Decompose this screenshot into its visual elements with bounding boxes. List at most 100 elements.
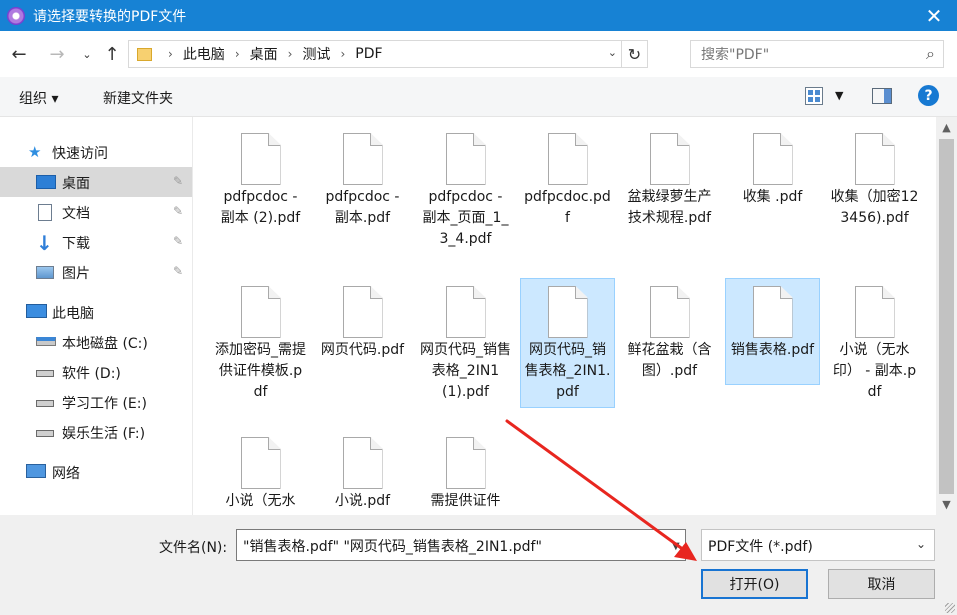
breadcrumb-separator[interactable]: › [288,47,293,61]
view-chevron-down-icon[interactable]: ▼ [835,89,843,102]
address-bar[interactable]: › 此电脑 › 桌面 › 测试 › PDF ⌄ ↻ [128,40,648,68]
picture-icon [36,266,54,279]
file-name: 收集 .pdf [742,189,803,205]
drive-icon [36,370,54,377]
file-item[interactable]: pdfpcdoc - 副本_页面_1_3_4.pdf [418,121,513,250]
sidebar-item-network[interactable]: 网络 [0,457,192,487]
breadcrumb-desktop[interactable]: 桌面 [250,44,278,64]
sidebar-item-drive-d[interactable]: 软件 (D:) [0,357,192,387]
file-item[interactable]: 盆栽绿萝生产技术规程.pdf [622,121,717,229]
pin-icon[interactable]: ✎ [173,264,183,278]
document-icon [38,204,52,221]
pdf-file-icon [342,437,383,489]
pdf-file-icon [342,133,383,185]
filename-history-chevron-icon[interactable]: ▼ [672,541,680,552]
pin-icon[interactable]: ✎ [173,204,183,218]
file-item[interactable]: 需提供证件 [418,425,513,512]
new-folder-button[interactable]: 新建文件夹 [103,88,173,108]
search-placeholder: 搜索"PDF" [701,47,770,63]
file-item[interactable]: pdfpcdoc - 副本 (2).pdf [213,121,308,229]
breadcrumb-separator[interactable]: › [168,47,173,61]
pdf-file-icon [854,286,895,338]
breadcrumb-separator[interactable]: › [340,47,345,61]
pdf-file-icon [854,133,895,185]
sidebar-item-label: 学习工作 (E:) [62,396,147,412]
sidebar-item-drive-f[interactable]: 娱乐生活 (F:) [0,417,192,447]
search-input[interactable]: 搜索"PDF" ⌕ [690,40,944,68]
forward-arrow-icon[interactable]: → [47,43,67,65]
open-button[interactable]: 打开(O) [701,569,808,599]
file-name: 网页代码_销售表格_2IN1(1).pdf [420,342,511,400]
pdf-file-icon [240,437,281,489]
resize-grip-icon[interactable] [945,603,955,613]
file-item[interactable]: 小说（无水 [213,425,308,512]
file-item[interactable]: 收集 .pdf [725,121,820,208]
file-name: pdfpcdoc - 副本.pdf [325,189,400,226]
organize-button[interactable]: 组织 ▾ [19,88,58,108]
file-item[interactable]: 小说.pdf [315,425,410,512]
file-item[interactable]: 网页代码.pdf [315,274,410,361]
up-arrow-icon[interactable]: ↑ [102,43,122,65]
file-item[interactable]: pdfpcdoc - 副本.pdf [315,121,410,229]
file-name: 网页代码.pdf [320,342,405,358]
sidebar-item-label: 本地磁盘 (C:) [62,336,148,352]
pin-icon[interactable]: ✎ [173,234,183,248]
sidebar-item-desktop[interactable]: 桌面 ✎ [0,167,192,197]
pdf-file-icon [547,133,588,185]
file-item[interactable]: 添加密码_需提供证件模板.pdf [213,274,308,403]
breadcrumb-separator[interactable]: › [235,47,240,61]
sidebar-item-drive-e[interactable]: 学习工作 (E:) [0,387,192,417]
vertical-scrollbar[interactable]: ▲ ▼ [936,117,957,515]
file-name: 收集（加密123456).pdf [830,189,919,226]
sidebar-item-downloads[interactable]: ↓ 下载 ✎ [0,227,192,257]
file-name: 鲜花盆栽（含图）.pdf [627,342,712,379]
recent-locations-chevron-icon[interactable]: ⌄ [77,43,97,65]
help-button[interactable]: ? [918,85,939,106]
sidebar-item-pictures[interactable]: 图片 ✎ [0,257,192,287]
file-item-selected[interactable]: 网页代码_销售表格_2IN1.pdf [520,278,615,408]
drive-icon [36,400,54,407]
filename-label: 文件名(N): [159,540,228,556]
cancel-button[interactable]: 取消 [828,569,935,599]
file-item[interactable]: 网页代码_销售表格_2IN1(1).pdf [418,274,513,403]
filename-input[interactable]: "销售表格.pdf" "网页代码_销售表格_2IN1.pdf" [236,529,686,561]
sidebar-item-label: 文档 [62,206,90,222]
file-item[interactable]: pdfpcdoc.pdf [520,121,615,229]
file-item[interactable]: 收集（加密123456).pdf [827,121,922,229]
scroll-up-icon[interactable]: ▲ [936,121,957,134]
breadcrumb-test[interactable]: 测试 [302,44,330,64]
file-name: pdfpcdoc - 副本 (2).pdf [220,189,301,226]
sidebar-item-this-pc[interactable]: 此电脑 [0,297,192,327]
refresh-icon[interactable]: ↻ [621,41,647,67]
file-type-select[interactable]: PDF文件 (*.pdf) ⌄ [701,529,935,561]
breadcrumb-pdf[interactable]: PDF [355,46,382,62]
pin-icon[interactable]: ✎ [173,174,183,188]
close-button[interactable]: ✕ [911,0,957,31]
view-options-icon[interactable] [805,87,823,105]
scrollbar-thumb[interactable] [939,139,954,494]
desktop-icon [36,175,56,189]
address-dropdown-chevron-icon[interactable]: ⌄ [608,46,617,59]
search-icon[interactable]: ⌕ [926,44,935,64]
scroll-down-icon[interactable]: ▼ [936,498,957,511]
navigation-pane: ★ 快速访问 桌面 ✎ 文档 ✎ ↓ 下载 ✎ 图片 ✎ 此电脑 本地磁盘 (C… [0,117,193,515]
file-name: 销售表格.pdf [730,342,815,358]
file-name: 添加密码_需提供证件模板.pdf [215,342,306,400]
pdf-file-icon [445,437,486,489]
sidebar-item-drive-c[interactable]: 本地磁盘 (C:) [0,327,192,357]
pdf-file-icon [649,286,690,338]
app-logo-icon [7,6,25,25]
breadcrumb-this-pc[interactable]: 此电脑 [183,44,225,64]
sidebar-item-label: 此电脑 [52,306,94,322]
sidebar-item-documents[interactable]: 文档 ✎ [0,197,192,227]
file-item-selected[interactable]: 销售表格.pdf [725,278,820,385]
back-arrow-icon[interactable]: ← [9,43,29,65]
sidebar-item-quick-access[interactable]: ★ 快速访问 [0,137,192,167]
preview-pane-icon[interactable] [872,88,892,104]
sidebar-item-label: 软件 (D:) [62,366,121,382]
file-item[interactable]: 鲜花盆栽（含图）.pdf [622,274,717,382]
pdf-file-icon [240,133,281,185]
file-item[interactable]: 小说（无水印） - 副本.pdf [827,274,922,403]
chevron-down-icon[interactable]: ⌄ [916,537,926,551]
file-name: pdfpcdoc.pdf [524,189,611,226]
